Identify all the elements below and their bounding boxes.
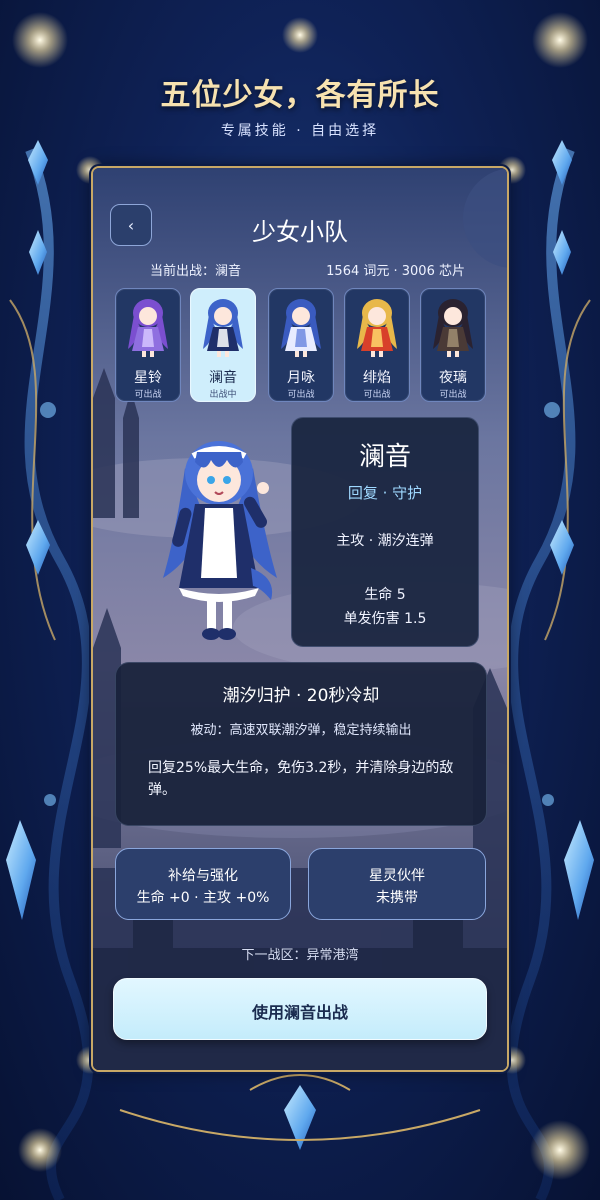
character-portrait [357, 299, 397, 357]
deploy-button[interactable]: 使用澜音出战 [113, 978, 487, 1040]
supply-upgrade-button[interactable]: 补给与强化 生命 +0 · 主攻 +0% [115, 848, 291, 920]
current-deploy-label: 当前出战：澜音 [150, 264, 242, 279]
character-role: 回复 · 守护 [347, 484, 423, 502]
companion-button[interactable]: 星灵伙伴 未携带 [308, 848, 486, 920]
character-portrait [203, 299, 243, 357]
hero-subtitle: 专属技能 · 自由选择 [220, 123, 380, 139]
upgrade-values: 生命 +0 · 主攻 +0% [136, 890, 270, 906]
character-card-feiyan[interactable]: 绯焰 可出战 [344, 288, 410, 402]
character-status: 可出战 [287, 390, 315, 400]
passive-description: 被动：高速双联潮汐弹，稳定持续输出 [190, 723, 412, 738]
selected-character-art [163, 441, 277, 640]
character-card-lanyin[interactable]: 澜音 出战中 [190, 288, 256, 402]
hero-title: 五位少女，各有所长 [160, 78, 440, 113]
skill-card: 潮汐归护 · 20秒冷却 被动：高速双联潮汐弹，稳定持续输出 回复25%最大生命… [115, 662, 487, 826]
squad-panel: ‹ 少女小队 当前出战：澜音 1564 词元 · 3006 芯片 星铃 可出战 … [93, 168, 507, 1070]
character-name: 夜璃 [439, 370, 467, 386]
character-status: 可出战 [134, 390, 162, 400]
companion-label: 星灵伙伴 [369, 868, 425, 884]
character-card-yueyong[interactable]: 月咏 可出战 [268, 288, 334, 402]
character-name: 星铃 [134, 370, 162, 386]
character-stats-card: 澜音 回复 · 守护 主攻 · 潮汐连弹 生命 5 单发伤害 1.5 [291, 417, 479, 647]
character-roster: 星铃 可出战 澜音 出战中 月咏 可出战 绯焰 可出战 夜璃 可出战 [115, 288, 493, 404]
character-card-yeli[interactable]: 夜璃 可出战 [420, 288, 486, 402]
damage-stat: 单发伤害 1.5 [343, 611, 427, 627]
panel-title: 少女小队 [252, 218, 348, 246]
character-card-xingling[interactable]: 星铃 可出战 [115, 288, 181, 402]
character-name: 澜音 [209, 370, 237, 386]
character-status: 出战中 [209, 390, 237, 400]
character-name: 绯焰 [363, 370, 391, 386]
character-portrait [433, 299, 473, 357]
skill-title: 潮汐归护 · 20秒冷却 [222, 686, 380, 706]
companion-status: 未携带 [376, 890, 418, 906]
next-zone-label: 下一战区：异常港湾 [241, 948, 359, 963]
deploy-label: 使用澜音出战 [251, 1003, 348, 1022]
active-description: 回复25%最大生命，免伤3.2秒，并清除身边的敌弹。 [148, 760, 454, 798]
character-portrait [128, 299, 168, 357]
character-status: 可出战 [363, 390, 391, 400]
upgrade-label: 补给与强化 [168, 868, 238, 884]
main-weapon: 主攻 · 潮汐连弹 [336, 533, 434, 549]
character-name-large: 澜音 [358, 442, 411, 472]
character-name: 月咏 [287, 370, 315, 386]
currency-display: 1564 词元 · 3006 芯片 [326, 264, 465, 279]
character-status: 可出战 [439, 390, 467, 400]
character-portrait [281, 299, 321, 357]
hp-stat: 生命 5 [364, 587, 406, 603]
